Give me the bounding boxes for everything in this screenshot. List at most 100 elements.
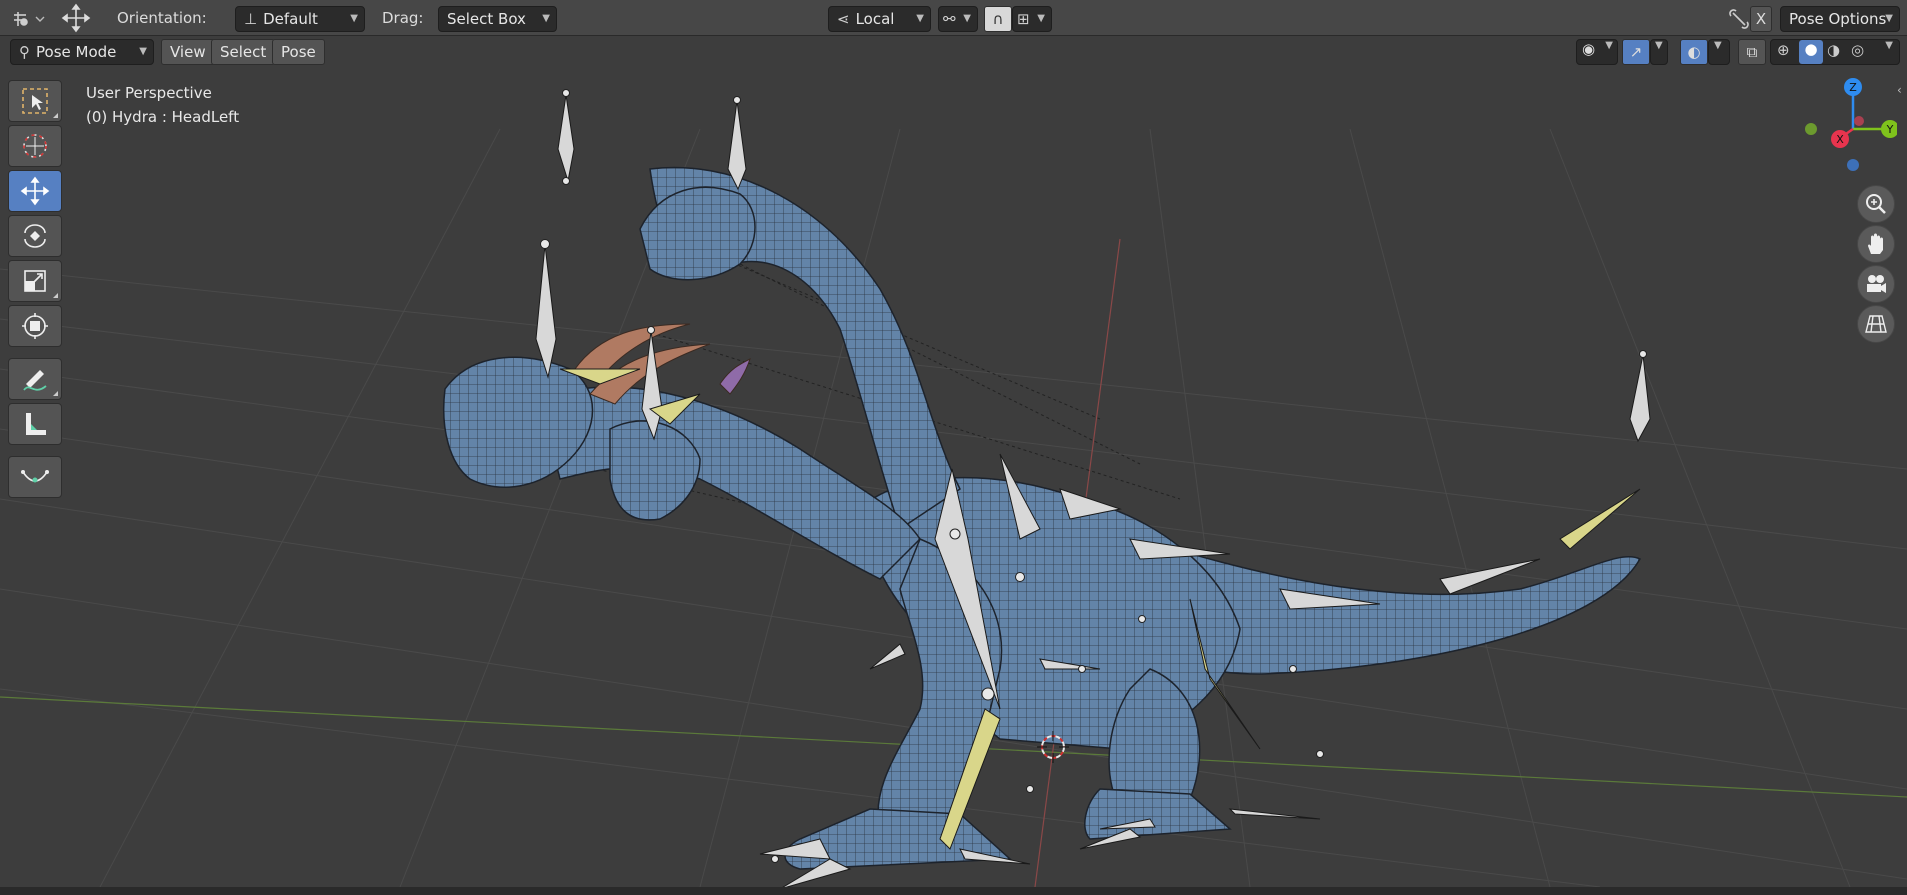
orientation-dropdown[interactable]: ⊥ Default ▼ <box>235 6 365 32</box>
increment-icon: ⊞ <box>1017 10 1030 28</box>
overlays-icon: ◐ <box>1687 43 1701 61</box>
xray-icon: ⧉ <box>1746 43 1758 61</box>
pivot-dropdown[interactable]: ⋖ Local ▼ <box>828 6 931 32</box>
bone-left-head <box>535 244 557 379</box>
object-info: (0) Hydra : HeadLeft <box>86 108 240 126</box>
move-cross-icon <box>61 3 91 33</box>
link-icon: ⚯ <box>943 10 956 28</box>
pose-mode-icon: ⚲ <box>19 43 30 61</box>
zoom-magnifier-icon <box>1866 194 1886 214</box>
mode-dropdown[interactable]: ⚲ Pose Mode ▼ <box>10 39 154 65</box>
wireframe-icon[interactable]: ⊕ <box>1777 41 1790 59</box>
perspective-toggle-button[interactable] <box>1857 305 1895 343</box>
3d-viewport[interactable]: User Perspective (0) Hydra : HeadLeft Z … <box>0 69 1907 887</box>
menu-view[interactable]: View <box>161 39 215 65</box>
camera-view-button[interactable] <box>1857 265 1895 303</box>
scale-icon <box>24 270 46 292</box>
transform-tool[interactable] <box>8 305 62 347</box>
chevron-down-icon: ▼ <box>1037 13 1045 24</box>
curve-tool[interactable] <box>8 456 62 498</box>
shading-group: ⊕ ● ◑ ◎ ▼ <box>1770 39 1900 65</box>
editor-type-icon <box>14 12 45 26</box>
overlays-toggle[interactable]: ◐ <box>1680 39 1708 65</box>
tool-corner-indicator <box>53 113 58 118</box>
magnet-icon: ∩ <box>992 10 1004 28</box>
tool-corner-indicator <box>53 391 58 396</box>
viewport-header: ⚲ Pose Mode ▼ View Select Pose ◉ ▼ ↗ ▼ ◐ … <box>0 36 1907 69</box>
rotate-icon <box>24 224 46 248</box>
select-box-icon <box>22 88 48 114</box>
bone-spine-3 <box>1129 538 1231 560</box>
bone-icon <box>1729 9 1749 29</box>
pose-options-label: Pose Options <box>1789 10 1887 28</box>
x-axis-label: X <box>1755 10 1767 28</box>
tool-corner-indicator <box>53 293 58 298</box>
navigation-gizmo[interactable]: Z Y X <box>1777 69 1899 179</box>
drag-value: Select Box <box>447 10 526 28</box>
chevron-down-icon: ▼ <box>1714 40 1722 51</box>
hydra-mesh[interactable] <box>442 166 1642 870</box>
bone-claw-front <box>869 643 906 670</box>
cursor-icon <box>23 134 47 158</box>
curve-icon <box>21 470 49 483</box>
hand-icon <box>1868 233 1883 254</box>
transform-mode-button[interactable] <box>60 3 92 33</box>
chevron-down-icon: ▼ <box>350 13 358 24</box>
bone-head-tip <box>557 94 575 182</box>
gizmo-z-label: Z <box>1849 81 1857 94</box>
visibility-dropdown[interactable]: ◉ ▼ <box>1576 39 1618 65</box>
viewport-info: User Perspective (0) Hydra : HeadLeft <box>86 81 239 129</box>
menu-select[interactable]: Select <box>211 39 276 65</box>
pan-button[interactable] <box>1857 225 1895 263</box>
overlays-dropdown[interactable]: ▼ <box>1708 39 1730 65</box>
orientation-label: Orientation: <box>117 9 207 27</box>
move-tool[interactable] <box>8 170 62 212</box>
scene-canvas[interactable] <box>0 69 1907 887</box>
rendered-shading-icon[interactable]: ◎ <box>1851 41 1864 59</box>
bone-rear-heel <box>1228 808 1321 820</box>
mode-value: Pose Mode <box>36 43 117 61</box>
select-box-tool[interactable] <box>8 80 62 122</box>
snap-toggle[interactable]: ∩ <box>984 6 1012 32</box>
scale-tool[interactable] <box>8 260 62 302</box>
pose-options-dropdown[interactable]: Pose Options ▼ <box>1780 6 1900 32</box>
measure-tool[interactable] <box>8 403 62 445</box>
chevron-down-icon: ▼ <box>963 13 971 24</box>
orientation-gizmo-icon: ⊥ <box>244 10 258 28</box>
pivot-value: Local <box>855 10 895 28</box>
chevron-down-icon: ▼ <box>542 13 550 24</box>
xray-toggle[interactable]: ⧉ <box>1738 39 1766 65</box>
material-shading-icon[interactable]: ◑ <box>1827 41 1840 59</box>
eye-icon: ◉ <box>1582 40 1596 58</box>
top-header: Orientation: ⊥ Default ▼ Drag: Select Box… <box>0 0 1907 36</box>
axis-gizmo[interactable]: Z Y X <box>1777 69 1899 179</box>
drag-label: Drag: <box>382 9 424 27</box>
editor-type-button[interactable] <box>6 6 50 32</box>
tool-shelf <box>8 80 64 501</box>
annotate-tool[interactable] <box>8 358 62 400</box>
sidebar-toggle-arrow[interactable]: ‹ <box>1897 83 1907 103</box>
gizmo-neg-z-ball <box>1847 159 1859 171</box>
rotate-tool[interactable] <box>8 215 62 257</box>
move-icon <box>20 176 50 206</box>
solid-shading-icon[interactable]: ● <box>1799 40 1823 64</box>
snap-element-dropdown[interactable]: ⊞ ▼ <box>1012 6 1052 32</box>
zoom-button[interactable] <box>1857 185 1895 223</box>
menu-pose[interactable]: Pose <box>272 39 325 65</box>
gizmo-neg-y-ball <box>1805 123 1817 135</box>
view-name: User Perspective <box>86 84 212 102</box>
gizmo-neg-x-ball <box>1854 116 1864 126</box>
cursor-tool[interactable] <box>8 125 62 167</box>
mirror-x-button[interactable]: X <box>1750 6 1772 32</box>
chevron-down-icon: ▼ <box>1885 13 1893 24</box>
drag-dropdown[interactable]: Select Box ▼ <box>438 6 557 32</box>
gizmo-toggle[interactable]: ↗ <box>1622 39 1650 65</box>
gizmo-dropdown[interactable]: ▼ <box>1650 39 1668 65</box>
chevron-down-icon[interactable]: ▼ <box>1885 40 1893 51</box>
bone-tail-tip <box>1629 354 1651 443</box>
annotate-pencil-icon <box>23 370 47 391</box>
snap-target-dropdown[interactable]: ⚯ ▼ <box>938 6 978 32</box>
xray-bone-button[interactable] <box>1728 8 1750 30</box>
status-bar <box>0 887 1907 895</box>
chevron-down-icon: ▼ <box>139 46 147 57</box>
